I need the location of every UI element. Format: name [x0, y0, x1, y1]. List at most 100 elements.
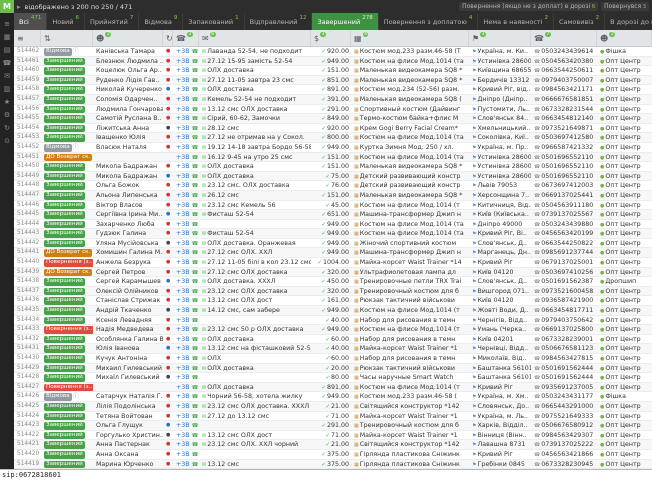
- status-badge[interactable]: Завершений: [44, 365, 85, 373]
- refresh-icon[interactable]: ↻: [4, 125, 10, 132]
- phone-number[interactable]: 0501691562444: [541, 365, 593, 372]
- phone-short[interactable]: +3В ☎: [173, 201, 199, 210]
- phone-number[interactable]: 0936587421900: [541, 297, 593, 304]
- status-badge[interactable]: Завершений: [44, 413, 85, 421]
- phone-short[interactable]: +3В ☎: [173, 124, 199, 133]
- table-row[interactable]: 514451 ДО Возврат ск. +3В ☎ ✉16.12 9-45 …: [14, 153, 652, 163]
- customer-name[interactable]: Анжела Безрука: [93, 258, 163, 267]
- phone-short[interactable]: +3В ☎: [173, 95, 199, 104]
- phone-number[interactable]: 0663544250822: [541, 240, 593, 247]
- customer-name[interactable]: Надія Медведева: [93, 325, 163, 334]
- customer-name[interactable]: Канівська Тамара: [93, 47, 163, 56]
- table-row[interactable]: 514445 Завершений Сергіївна Ірина Ми.. ●…: [14, 210, 652, 220]
- phone-short[interactable]: +3В ☎: [173, 335, 199, 344]
- status-badge[interactable]: Завершений: [44, 297, 85, 305]
- status-badge[interactable]: Повернення (з..: [44, 384, 93, 392]
- table-row[interactable]: 514438 Завершений Сергей Карамышев ● +3В…: [14, 277, 652, 287]
- status-badge[interactable]: Завершений: [44, 115, 85, 123]
- phone-short[interactable]: +3В ☎: [173, 191, 199, 200]
- customer-name[interactable]: Горгулько Христин..: [93, 431, 163, 440]
- phone-number[interactable]: 0503697412580: [541, 134, 593, 141]
- status-badge[interactable]: Завершений: [44, 374, 85, 382]
- customer-name[interactable]: Ольга Божок: [93, 181, 163, 190]
- table-row[interactable]: 514432 Завершений Особлянка Галина В.. ●…: [14, 335, 652, 345]
- status-tab[interactable]: Всі471: [14, 13, 47, 30]
- status-badge[interactable]: Завершений: [44, 221, 85, 229]
- table-row[interactable]: 514439 ДО Возврат ск. Сергей Петров ● +3…: [14, 268, 652, 278]
- phone-number[interactable]: 0503243439614: [541, 48, 593, 55]
- column-header-location-icon[interactable]: ⚑3: [469, 30, 531, 46]
- phone-short[interactable]: +3В ☎: [173, 153, 199, 162]
- status-badge[interactable]: Завершений: [44, 355, 85, 363]
- customer-name[interactable]: Самотій Руслана В..: [93, 114, 163, 123]
- column-header-money-icon[interactable]: $3: [311, 30, 351, 46]
- status-badge[interactable]: Повернення (з..: [44, 259, 93, 267]
- table-row[interactable]: 514426 Відмоваⓘ Сатарчук Наталія Г.. ● +…: [14, 392, 652, 402]
- table-row[interactable]: 514462 Відмоваⓘ Канівська Тамара ● +3В ☎…: [14, 47, 652, 57]
- phone-number[interactable]: 0503243431177: [541, 393, 593, 400]
- status-tab[interactable]: Новий6: [47, 13, 85, 30]
- status-badge[interactable]: Завершений: [44, 288, 85, 296]
- status-badge[interactable]: Завершений: [44, 317, 85, 325]
- table-row[interactable]: 514443 Завершений Гудзюк Галина ● +3В ☎ …: [14, 229, 652, 239]
- customer-name[interactable]: Гудзюк Галина: [93, 229, 163, 238]
- table-row[interactable]: 514429 Завершений Михаил Гилевський ● +3…: [14, 364, 652, 374]
- customer-name[interactable]: Власюк Наталя: [93, 143, 163, 152]
- phone-number[interactable]: 0973521649871: [541, 125, 593, 132]
- customer-name[interactable]: Сергіївна Ірина Ми..: [93, 210, 163, 219]
- table-row[interactable]: 514454 Завершений Ліжитська Анна ● +3В ☎…: [14, 124, 652, 134]
- status-badge[interactable]: Завершений: [44, 202, 85, 210]
- customer-name[interactable]: Лілія Подолінська: [93, 402, 163, 411]
- dashboard-icon[interactable]: ▦: [4, 34, 11, 41]
- status-badge[interactable]: Завершений: [44, 134, 85, 142]
- status-tab[interactable]: Прийнятий7: [85, 13, 139, 30]
- status-badge[interactable]: Завершений: [44, 403, 85, 411]
- table-row[interactable]: 514435 Завершений Андрій Ткаченко ● +3В …: [14, 306, 652, 316]
- status-badge[interactable]: Завершений: [44, 307, 85, 315]
- phone-number[interactable]: 0973521600458: [541, 288, 593, 295]
- phone-short[interactable]: +3В ☎: [173, 287, 199, 296]
- table-row[interactable]: 514446 Завершений Віктор Власов ● +3В ☎ …: [14, 201, 652, 211]
- status-tab[interactable]: Відправлений12: [245, 13, 313, 30]
- phone-short[interactable]: +3В ☎: [173, 66, 199, 75]
- phone-short[interactable]: +3В ☎: [173, 306, 199, 315]
- customer-name[interactable]: Олексій Олійников: [93, 287, 163, 296]
- phone-short[interactable]: +3В ☎: [173, 296, 199, 305]
- phone-number[interactable]: 0984563421171: [541, 86, 593, 93]
- customer-name[interactable]: Михаил Гилевський: [93, 364, 163, 373]
- power-icon[interactable]: ⊙: [4, 138, 10, 145]
- phone-number[interactable]: 0739137025567: [541, 211, 593, 218]
- status-badge[interactable]: Завершений: [44, 451, 85, 459]
- table-row[interactable]: 514460 Завершений Коцелюк Ольга Ар.. ● +…: [14, 66, 652, 76]
- customer-name[interactable]: Сатарчук Наталія Г..: [93, 392, 163, 401]
- status-badge[interactable]: Відмова: [44, 144, 72, 152]
- table-row[interactable]: 514421 Завершений Анна Пастернак ● +3В ☎…: [14, 440, 652, 450]
- status-badge[interactable]: Завершений: [44, 182, 85, 190]
- phone-number[interactable]: 0975521649333: [541, 413, 593, 420]
- table-row[interactable]: 514455 Завершений Самотій Руслана В.. ● …: [14, 114, 652, 124]
- customer-name[interactable]: Особлянка Галина В..: [93, 335, 163, 344]
- phone-number[interactable]: 0669137025800: [541, 326, 593, 333]
- phone-number[interactable]: 0456563420199: [541, 230, 593, 237]
- table-row[interactable]: 514449 Завершений Микола Бадражан ● +3В …: [14, 172, 652, 182]
- status-badge[interactable]: Завершений: [44, 96, 85, 104]
- customer-name[interactable]: [93, 383, 163, 392]
- status-tab[interactable]: В дорозі до кліє3: [605, 13, 652, 30]
- phone-number[interactable]: 0979403750642: [541, 317, 593, 324]
- table-row[interactable]: 514461 Завершений Блезнюк Людмила .. ● +…: [14, 57, 652, 67]
- phone-number[interactable]: 0506676580912: [541, 422, 593, 429]
- customer-name[interactable]: Михаїл Гилевський: [93, 373, 163, 382]
- table-row[interactable]: 514444 Завершений Захарченко Люба ● +3В …: [14, 220, 652, 230]
- phone-short[interactable]: +3В ☎: [173, 421, 199, 430]
- phone-short[interactable]: +3В ☎: [173, 47, 199, 56]
- phone-short[interactable]: +3В ☎: [173, 258, 199, 267]
- phone-short[interactable]: +3В ☎: [173, 162, 199, 171]
- app-logo[interactable]: M: [0, 0, 14, 13]
- phone-short[interactable]: +3В ☎: [173, 325, 199, 334]
- status-badge[interactable]: Повернення (з..: [44, 326, 93, 334]
- status-tab[interactable]: Відмова9: [139, 13, 183, 30]
- phone-number[interactable]: 0506676581123: [541, 345, 593, 352]
- phone-short[interactable]: +3В ☎: [173, 239, 199, 248]
- table-row[interactable]: 514431 Завершений Юлія Іванова ● +3В ☎ ✉…: [14, 344, 652, 354]
- phone-short[interactable]: +3В ☎: [173, 268, 199, 277]
